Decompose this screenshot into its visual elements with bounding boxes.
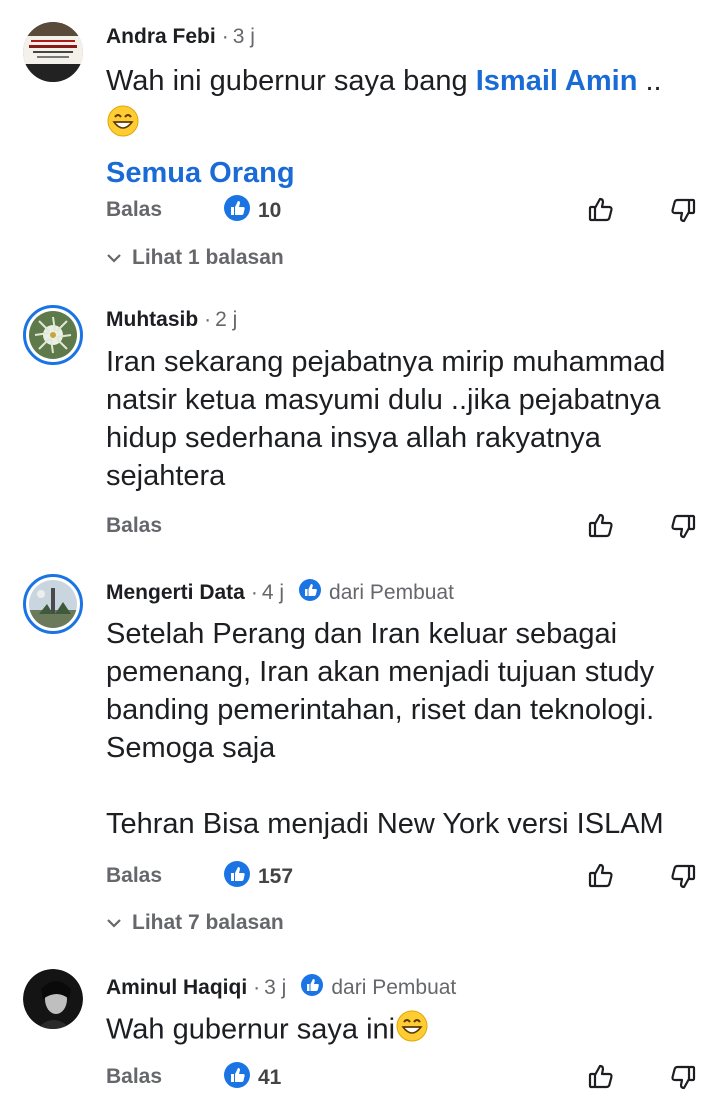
view-replies-button[interactable]: Lihat 1 balasan — [106, 246, 284, 270]
comment-header: Aminul Haqiqi · 3 j dari Pembuat — [106, 973, 456, 1003]
reply-button[interactable]: Balas — [106, 514, 162, 538]
separator-dot: · — [253, 976, 261, 999]
timestamp[interactable]: 2 j — [215, 308, 237, 332]
view-replies-button[interactable]: Lihat 7 balasan — [106, 911, 284, 935]
like-count-number: 10 — [258, 199, 282, 222]
comment-actions: Balas — [106, 510, 696, 544]
comment-header: Muhtasib · 2 j — [106, 308, 237, 332]
comment-text: Wah ini gubernur saya bang Ismail Amin .… — [106, 62, 696, 192]
chevron-down-icon — [106, 246, 122, 270]
avatar[interactable] — [23, 305, 83, 365]
creator-badge: dari Pembuat — [300, 973, 456, 1003]
mention-link[interactable]: Ismail Amin — [476, 65, 638, 97]
comment-header: Andra Febi · 3 j — [106, 25, 255, 49]
avatar[interactable] — [23, 969, 83, 1029]
separator-dot: · — [204, 308, 212, 331]
grinning-face-emoji-icon — [106, 104, 140, 148]
separator-dot: · — [221, 25, 229, 48]
author-name[interactable]: Muhtasib — [106, 308, 198, 332]
creator-badge-icon — [300, 973, 324, 1003]
reply-button[interactable]: Balas — [106, 1065, 162, 1089]
author-name[interactable]: Mengerti Data — [106, 581, 245, 605]
timestamp[interactable]: 3 j — [264, 976, 286, 1000]
thumb-down-icon[interactable] — [667, 1063, 697, 1098]
chevron-down-icon — [106, 911, 122, 935]
reply-button[interactable]: Balas — [106, 864, 162, 888]
comment-text: Wah gubernur saya ini — [106, 1009, 706, 1053]
comment-paragraph: Setelah Perang dan Iran keluar sebagai p… — [106, 618, 655, 764]
timestamp[interactable]: 4 j — [262, 581, 284, 605]
thumb-down-icon[interactable] — [667, 862, 697, 897]
comment-header: Mengerti Data · 4 j dari Pembuat — [106, 578, 454, 608]
grinning-face-emoji-icon — [395, 1009, 429, 1053]
comment-actions: Balas 10 — [106, 194, 696, 228]
comment-actions: Balas 41 — [106, 1061, 696, 1095]
comment-text: Iran sekarang pejabatnya mirip muhammad … — [106, 346, 666, 492]
avatar[interactable] — [23, 574, 83, 634]
creator-badge-label: dari Pembuat — [331, 976, 457, 999]
author-name[interactable]: Aminul Haqiqi — [106, 976, 247, 1000]
creator-badge: dari Pembuat — [298, 578, 454, 608]
like-count[interactable]: 10 — [223, 194, 281, 228]
avatar[interactable] — [23, 22, 83, 82]
thumb-down-icon[interactable] — [667, 196, 697, 231]
creator-badge-label: dari Pembuat — [329, 581, 454, 604]
like-count[interactable]: 41 — [223, 1061, 281, 1095]
thumb-up-icon[interactable] — [587, 194, 617, 229]
like-count-number: 157 — [258, 865, 294, 888]
see-all-link[interactable]: Semua Orang — [106, 157, 295, 189]
like-badge-icon — [223, 194, 251, 228]
view-replies-label: Lihat 1 balasan — [132, 246, 284, 269]
creator-badge-icon — [298, 578, 322, 608]
comment-text-part: .. — [637, 65, 662, 97]
like-badge-icon — [223, 860, 251, 894]
thumb-down-icon[interactable] — [667, 512, 697, 547]
comment-actions: Balas 157 — [106, 860, 696, 894]
like-count[interactable]: 157 — [223, 860, 293, 894]
view-replies-label: Lihat 7 balasan — [132, 911, 284, 934]
reply-button[interactable]: Balas — [106, 198, 162, 222]
comment-text: Setelah Perang dan Iran keluar sebagai p… — [106, 615, 706, 843]
author-name[interactable]: Andra Febi — [106, 25, 216, 49]
comment-paragraph: Tehran Bisa menjadi New York versi ISLAM — [106, 808, 664, 840]
separator-dot: · — [250, 581, 258, 604]
like-badge-icon — [223, 1061, 251, 1095]
thumb-up-icon[interactable] — [587, 1061, 617, 1096]
thumb-up-icon[interactable] — [587, 510, 617, 545]
comment-text-part: Wah ini gubernur saya bang — [106, 65, 476, 97]
like-count-number: 41 — [258, 1066, 282, 1089]
thumb-up-icon[interactable] — [587, 860, 617, 895]
comment-text-part: Wah gubernur saya ini — [106, 1013, 396, 1046]
timestamp[interactable]: 3 j — [233, 25, 255, 49]
